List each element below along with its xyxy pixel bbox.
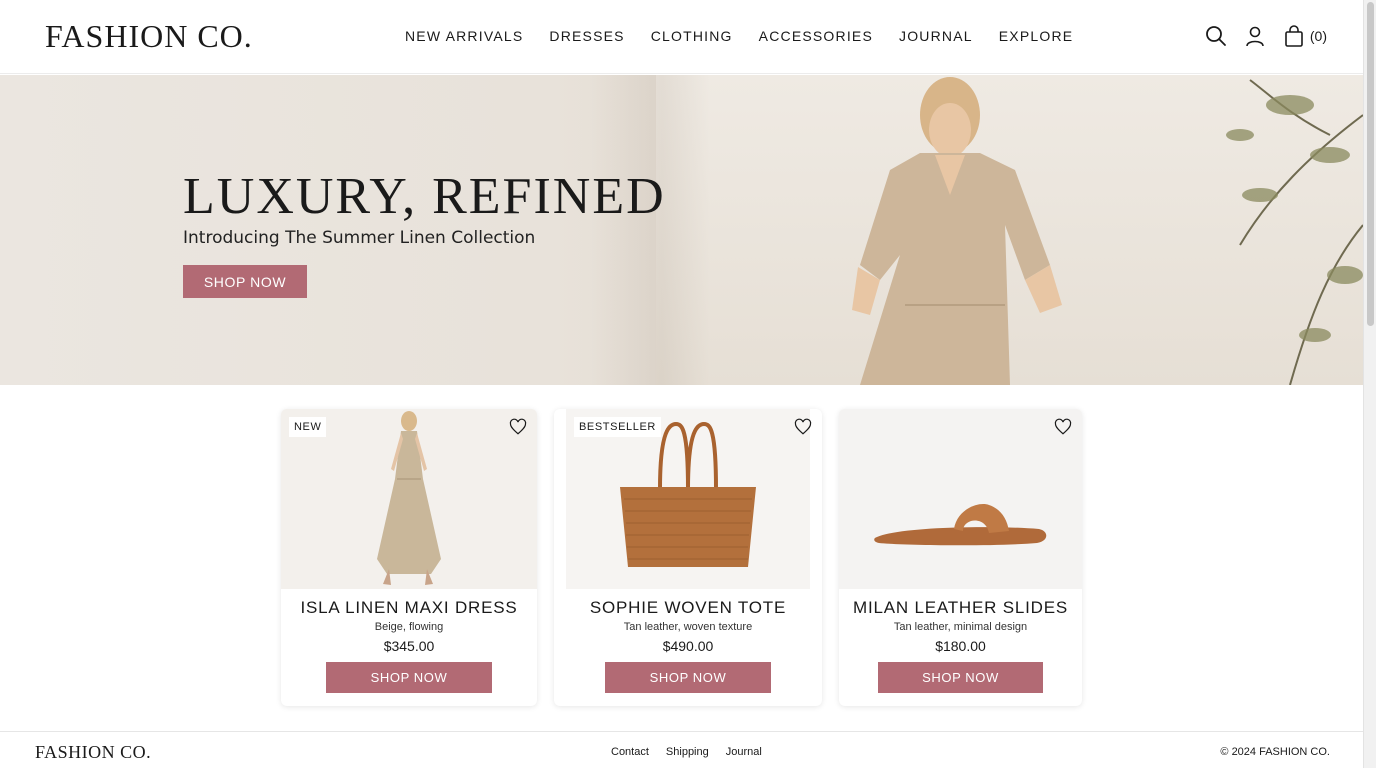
brand-logo[interactable]: FASHION CO. — [45, 18, 253, 55]
hero-model-image — [852, 77, 1363, 385]
hero-title: LUXURY, REFINED — [183, 168, 666, 225]
footer-logo[interactable]: FASHION CO. — [35, 742, 151, 763]
nav-dresses[interactable]: DRESSES — [549, 28, 624, 44]
shop-now-button[interactable]: SHOP NOW — [326, 662, 492, 693]
heart-icon[interactable] — [1054, 418, 1072, 436]
product-description: Beige, flowing — [374, 621, 444, 633]
footer-link-contact[interactable]: Contact — [611, 746, 649, 758]
product-card-isla-dress[interactable]: NEW ISLA LINEN MAXI DRESS Beige, flowing… — [281, 409, 537, 706]
site-header: FASHION CO. NEW ARRIVALS DRESSES CLOTHIN… — [0, 0, 1363, 74]
product-grid: NEW ISLA LINEN MAXI DRESS Beige, flowing… — [0, 409, 1363, 706]
product-name[interactable]: SOPHIE WOVEN TOTE — [554, 598, 822, 618]
main-nav: NEW ARRIVALS DRESSES CLOTHING ACCESSORIE… — [405, 28, 1099, 44]
heart-icon[interactable] — [509, 418, 527, 436]
footer-links: Contact Shipping Journal — [611, 746, 779, 758]
product-description: Tan leather, minimal design — [893, 621, 1028, 633]
product-card-milan-slides[interactable]: MILAN LEATHER SLIDES Tan leather, minima… — [839, 409, 1082, 706]
product-image[interactable] — [839, 409, 1082, 589]
product-price: $345.00 — [383, 638, 435, 654]
nav-new-arrivals[interactable]: NEW ARRIVALS — [405, 28, 523, 44]
site-footer: FASHION CO. Contact Shipping Journal © 2… — [0, 731, 1363, 768]
hero-shadow — [590, 75, 710, 385]
footer-link-journal[interactable]: Journal — [726, 746, 762, 758]
hero-banner: LUXURY, REFINED Introducing The Summer L… — [0, 75, 1363, 385]
product-name[interactable]: MILAN LEATHER SLIDES — [839, 598, 1082, 618]
copyright-text: © 2024 FASHION CO. — [1220, 746, 1330, 758]
user-icon[interactable] — [1243, 24, 1267, 48]
nav-explore[interactable]: EXPLORE — [999, 28, 1074, 44]
product-badge: BESTSELLER — [574, 417, 661, 437]
shop-now-button[interactable]: SHOP NOW — [878, 662, 1043, 693]
nav-accessories[interactable]: ACCESSORIES — [759, 28, 873, 44]
footer-link-shipping[interactable]: Shipping — [666, 746, 709, 758]
page-scrollbar[interactable] — [1363, 0, 1376, 768]
hero-shop-now-button[interactable]: SHOP NOW — [183, 265, 307, 298]
shop-now-button[interactable]: SHOP NOW — [605, 662, 771, 693]
slides-image — [839, 409, 1082, 589]
heart-icon[interactable] — [794, 418, 812, 436]
header-actions: (0) — [1189, 24, 1327, 48]
product-name[interactable]: ISLA LINEN MAXI DRESS — [281, 598, 537, 618]
product-badge: NEW — [289, 417, 327, 437]
shopping-bag-icon[interactable] — [1282, 24, 1306, 48]
nav-clothing[interactable]: CLOTHING — [651, 28, 733, 44]
product-price: $180.00 — [935, 638, 986, 654]
product-description: Tan leather, woven texture — [623, 621, 753, 633]
scrollbar-thumb[interactable] — [1367, 2, 1374, 326]
product-price: $490.00 — [662, 638, 714, 654]
product-card-sophie-tote[interactable]: BESTSELLER SOPHIE WOVEN TOTE Tan leather… — [554, 409, 822, 706]
nav-journal[interactable]: JOURNAL — [899, 28, 973, 44]
search-icon[interactable] — [1204, 24, 1228, 48]
cart-count[interactable]: (0) — [1310, 28, 1327, 44]
hero-subtitle: Introducing The Summer Linen Collection — [183, 228, 536, 248]
